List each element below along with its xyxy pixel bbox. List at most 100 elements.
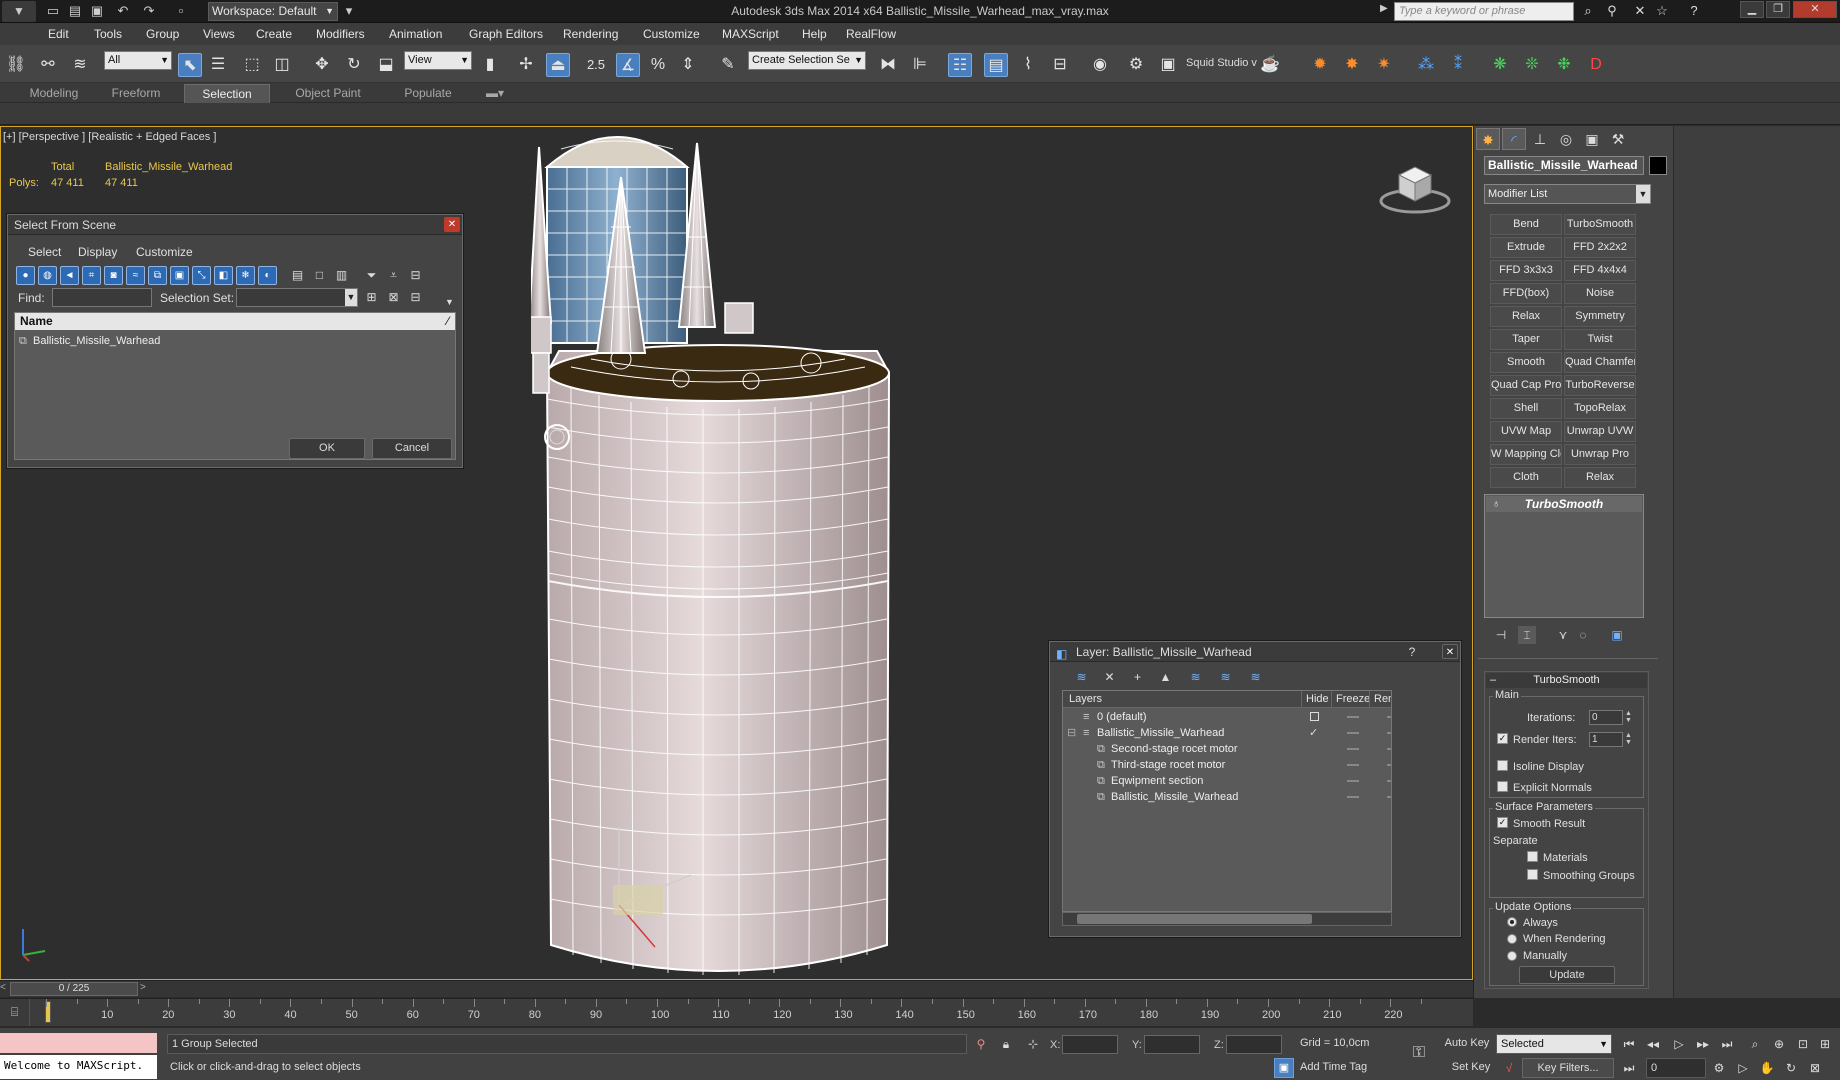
quick-access-customize-icon[interactable]: ▾ bbox=[340, 3, 358, 19]
add-time-tag-button[interactable]: Add Time Tag bbox=[1296, 1058, 1396, 1078]
hierarchy-tab-icon[interactable]: ⊥ bbox=[1528, 128, 1552, 150]
rollout-title[interactable]: – TurboSmooth bbox=[1486, 673, 1647, 688]
freeze-all-layers-icon[interactable]: ≋ bbox=[1246, 668, 1265, 687]
workspace-dropdown[interactable]: Workspace: Default ▼ bbox=[208, 2, 338, 21]
remove-modifier-icon[interactable]: ◌ bbox=[1574, 626, 1592, 644]
perspective-viewport[interactable]: [+] [Perspective ] [Realistic + Edged Fa… bbox=[0, 126, 1473, 980]
next-frame-icon[interactable]: ▸▸ bbox=[1694, 1035, 1712, 1053]
reference-coordinate-dropdown[interactable]: View ▼ bbox=[404, 51, 472, 70]
tab-freeform[interactable]: Freeform bbox=[104, 84, 168, 103]
display-invert-icon[interactable]: ▥ bbox=[332, 266, 351, 285]
tab-populate[interactable]: Populate bbox=[390, 84, 466, 103]
bind-spacewarp-icon[interactable]: ≋ bbox=[68, 53, 92, 77]
select-dialog-title[interactable]: Select From Scene ✕ bbox=[8, 215, 462, 235]
collapse-toggle-icon[interactable]: ⊟ bbox=[1067, 725, 1076, 741]
display-geometry-icon[interactable]: ● bbox=[16, 266, 35, 285]
select-rotate-icon[interactable]: ↻ bbox=[342, 53, 366, 77]
selset-create-icon[interactable]: ⊞ bbox=[362, 288, 381, 307]
warhead-model[interactable] bbox=[531, 127, 931, 980]
current-layer-checkbox[interactable] bbox=[1310, 712, 1319, 721]
filter-icon[interactable]: ⏷ bbox=[362, 266, 381, 285]
modifier-button[interactable]: Symmetry bbox=[1564, 306, 1636, 327]
col-hide[interactable]: Hide bbox=[1301, 691, 1329, 708]
angle-snap-icon[interactable]: ∡ bbox=[616, 53, 640, 77]
align-icon[interactable]: ⊫ bbox=[908, 53, 932, 77]
list-item[interactable]: ⧉ Ballistic_Missile_Warhead bbox=[19, 333, 160, 349]
selset-edit-icon[interactable]: ⊠ bbox=[384, 288, 403, 307]
menu-views[interactable]: Views bbox=[203, 27, 235, 41]
col-render[interactable]: Rende bbox=[1369, 691, 1391, 708]
mini-curve-editor-icon[interactable]: ⌸ bbox=[0, 999, 30, 1026]
y-coord-field[interactable] bbox=[1144, 1035, 1200, 1054]
pan-view-icon[interactable]: ✋ bbox=[1758, 1059, 1776, 1077]
layer-manager-icon[interactable]: ☷ bbox=[948, 53, 972, 77]
modifier-button[interactable]: TurboReverse bbox=[1564, 375, 1636, 396]
when-rendering-radio[interactable] bbox=[1507, 934, 1517, 944]
modifier-button[interactable]: Unwrap UVW bbox=[1564, 421, 1636, 442]
close-window-button[interactable]: ✕ bbox=[1793, 1, 1837, 18]
maxscript-listener-output[interactable]: Welcome to MAXScript. bbox=[0, 1055, 157, 1079]
absolute-relative-toggle-icon[interactable]: ⊹ bbox=[1024, 1035, 1042, 1053]
edit-named-selection-icon[interactable]: ✎ bbox=[716, 53, 740, 77]
tab-object-paint[interactable]: Object Paint bbox=[280, 84, 376, 103]
search-expand-icon[interactable]: ▶ bbox=[1380, 3, 1388, 14]
modifier-button[interactable]: FFD 3x3x3 bbox=[1490, 260, 1562, 281]
set-keys-key-icon[interactable]: ⚿ bbox=[1410, 1044, 1428, 1062]
display-all-icon[interactable]: ▤ bbox=[288, 266, 307, 285]
time-configuration-icon[interactable]: ⚙ bbox=[1710, 1059, 1728, 1077]
display-groups-icon[interactable]: ⧉ bbox=[148, 266, 167, 285]
time-slider-next-icon[interactable]: > bbox=[140, 982, 146, 993]
find-input[interactable] bbox=[52, 288, 152, 307]
display-tab-icon[interactable]: ▣ bbox=[1580, 128, 1604, 150]
project-folder-icon[interactable]: ▫ bbox=[172, 3, 190, 19]
display-xrefs-icon[interactable]: ▣ bbox=[170, 266, 189, 285]
create-new-layer-icon[interactable]: ≋ bbox=[1072, 668, 1091, 687]
layer-dialog-title[interactable]: ◧ Layer: Ballistic_Missile_Warhead ? ✕ bbox=[1050, 642, 1460, 662]
menu-graph-editors[interactable]: Graph Editors bbox=[469, 27, 543, 41]
table-row[interactable]: ⊟ ≡ Ballistic_Missile_Warhead ✓ ◥ bbox=[1063, 725, 1391, 741]
display-none-icon[interactable]: □ bbox=[310, 266, 329, 285]
select-dialog-menu-display[interactable]: Display bbox=[78, 245, 117, 259]
time-tag-icon[interactable]: ▣ bbox=[1274, 1058, 1294, 1078]
modifier-button[interactable]: FFD 4x4x4 bbox=[1564, 260, 1636, 281]
selset-remove-icon[interactable]: ⊟ bbox=[406, 288, 425, 307]
time-slider-prev-icon[interactable]: < bbox=[0, 982, 6, 993]
previous-frame-icon[interactable]: ◂◂ bbox=[1644, 1035, 1662, 1053]
manually-radio[interactable] bbox=[1507, 951, 1517, 961]
modifier-button[interactable]: FFD(box) bbox=[1490, 283, 1562, 304]
key-mode-toggle-icon[interactable]: ⏭ bbox=[1620, 1059, 1638, 1077]
field-of-view-icon[interactable]: ▷ bbox=[1734, 1059, 1752, 1077]
display-containers-icon[interactable]: ◧ bbox=[214, 266, 233, 285]
display-lights-icon[interactable]: ◄ bbox=[60, 266, 79, 285]
col-freeze[interactable]: Freeze bbox=[1331, 691, 1370, 708]
menu-edit[interactable]: Edit bbox=[48, 27, 69, 41]
subscription-icon[interactable]: ⚲ bbox=[1602, 3, 1622, 19]
display-shapes-icon[interactable]: ◍ bbox=[38, 266, 57, 285]
iterations-spinner[interactable]: 0 bbox=[1589, 710, 1623, 725]
modifier-button[interactable]: Relax bbox=[1490, 306, 1562, 327]
unlink-icon[interactable]: ⚯ bbox=[36, 53, 60, 77]
ribbon-options-icon[interactable]: ▬▾ bbox=[480, 84, 510, 103]
select-link-icon[interactable]: ⛓ bbox=[4, 53, 28, 77]
zoom-icon[interactable]: ⌕ bbox=[1746, 1035, 1764, 1053]
current-frame-field[interactable]: 0 bbox=[1646, 1058, 1706, 1078]
smoothing-groups-checkbox[interactable] bbox=[1527, 869, 1538, 880]
modifier-button[interactable]: Smooth bbox=[1490, 352, 1562, 373]
squid-studio-label[interactable]: Squid Studio v bbox=[1186, 57, 1257, 69]
play-icon[interactable]: ▷ bbox=[1670, 1035, 1688, 1053]
hide-all-layers-icon[interactable]: ≋ bbox=[1216, 668, 1235, 687]
mirror-icon[interactable]: ⧓ bbox=[876, 53, 900, 77]
modifier-button[interactable]: UVW Map bbox=[1490, 421, 1562, 442]
select-move-icon[interactable]: ✥ bbox=[310, 53, 334, 77]
track-bar[interactable]: ⌸ 10 20 30 40 50 60 70 80 90 100 110 120 130 140 150 16… bbox=[0, 998, 1473, 1026]
menu-customize[interactable]: Customize bbox=[643, 27, 700, 41]
select-scale-icon[interactable]: ⬓ bbox=[374, 53, 398, 77]
add-to-layer-icon[interactable]: + bbox=[1128, 668, 1147, 687]
explicit-normals-checkbox[interactable] bbox=[1497, 781, 1508, 792]
app-menu-button[interactable]: ▼ bbox=[2, 1, 36, 22]
schematic-view-icon[interactable]: ⊟ bbox=[1048, 53, 1072, 77]
modifier-button[interactable]: Quad Chamfer bbox=[1564, 352, 1636, 373]
keyboard-shortcut-override-icon[interactable]: ⏏ bbox=[546, 53, 570, 77]
pin-stack-icon[interactable]: ⊣ bbox=[1492, 626, 1510, 644]
favorites-icon[interactable]: ☆ bbox=[1652, 3, 1672, 19]
